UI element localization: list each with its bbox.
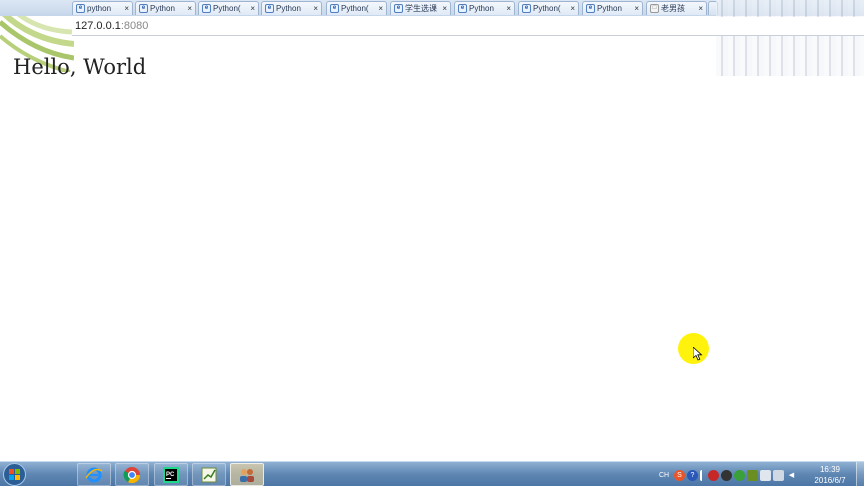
tab-title: Python xyxy=(150,4,175,13)
taskbar: PC CH S ? ◀ 16:39 2016/6/7 xyxy=(0,461,864,486)
tab-close-icon[interactable]: × xyxy=(310,4,318,13)
tab-close-icon[interactable]: × xyxy=(375,4,383,13)
clock-date: 2016/6/7 xyxy=(814,476,846,485)
show-desktop-button[interactable] xyxy=(856,462,864,486)
address-port: :8080 xyxy=(120,20,149,32)
flag-icon[interactable] xyxy=(760,469,771,481)
browser-tab[interactable]: e Python × xyxy=(261,1,322,15)
page-favicon-icon: e xyxy=(330,4,339,13)
taskbar-clock[interactable]: 16:39 2016/6/7 xyxy=(808,464,852,486)
input-language-indicator[interactable]: CH xyxy=(656,470,672,481)
tab-close-icon[interactable]: × xyxy=(631,4,639,13)
svg-text:PC: PC xyxy=(166,472,175,478)
page-favicon-icon: e xyxy=(586,4,595,13)
browser-tab[interactable]: e Python( × xyxy=(518,1,579,15)
system-tray: CH S ? ◀ xyxy=(656,465,797,485)
sogou-input-icon[interactable]: S xyxy=(674,469,685,481)
tab-close-icon[interactable]: × xyxy=(184,4,192,13)
tab-title: 老男孩 xyxy=(661,4,685,13)
tab-close-icon[interactable]: × xyxy=(567,4,575,13)
tab-title: Python( xyxy=(341,4,369,13)
browser-tab[interactable]: e Python( × xyxy=(198,1,259,15)
tab-close-icon[interactable]: × xyxy=(695,4,703,13)
browser-tab[interactable]: e Python( × xyxy=(326,1,387,15)
page-favicon-icon: e xyxy=(265,4,274,13)
tab-title: Python( xyxy=(213,4,241,13)
pycharm-icon[interactable]: PC xyxy=(154,463,188,486)
help-icon[interactable]: ? xyxy=(687,469,698,481)
page-favicon-icon: e xyxy=(394,4,403,13)
page-favicon-icon: e xyxy=(522,4,531,13)
page-favicon-icon: e xyxy=(139,4,148,13)
address-host: 127.0.0.1 xyxy=(75,20,121,32)
pen-tool-icon[interactable] xyxy=(700,469,706,481)
tab-close-icon[interactable]: × xyxy=(247,4,255,13)
green-security-icon[interactable] xyxy=(734,469,745,481)
windows-start-icon[interactable] xyxy=(3,463,26,486)
volume-icon[interactable]: ◀ xyxy=(786,470,797,481)
clock-time: 16:39 xyxy=(819,465,841,474)
network-icon[interactable] xyxy=(773,469,784,481)
tab-close-icon[interactable]: × xyxy=(121,4,129,13)
browser-tab[interactable]: e Python × xyxy=(135,1,196,15)
browser-tab-active[interactable]: □ 老男孩 × xyxy=(646,1,707,15)
mouse-cursor-icon xyxy=(693,347,703,361)
tab-close-icon[interactable]: × xyxy=(439,4,447,13)
browser-tab[interactable]: e Python × xyxy=(582,1,643,15)
tab-title: Python xyxy=(276,4,301,13)
users-app-icon[interactable] xyxy=(230,463,264,486)
browser-tab[interactable]: e 学生选课 × xyxy=(390,1,451,15)
chrome-icon[interactable] xyxy=(115,463,149,486)
chart-app-icon[interactable] xyxy=(192,463,226,486)
blurred-window-controls xyxy=(716,0,864,76)
red-app-icon[interactable] xyxy=(708,469,719,481)
tab-close-icon[interactable]: × xyxy=(503,4,511,13)
address-bar[interactable]: 127.0.0.1 :8080 xyxy=(72,17,864,36)
page-body-text: Hello, World xyxy=(13,55,147,79)
tab-title: Python( xyxy=(533,4,561,13)
browser-tab[interactable]: e Python × xyxy=(454,1,515,15)
tab-title: python xyxy=(87,4,112,13)
qq-penguin-icon[interactable] xyxy=(721,469,732,481)
browser-tab[interactable]: e python × xyxy=(72,1,133,15)
tab-title: Python xyxy=(597,4,622,13)
internet-explorer-icon[interactable] xyxy=(77,463,111,486)
page-favicon-icon: e xyxy=(458,4,467,13)
tab-title: Python xyxy=(469,4,494,13)
tab-title: 学生选课 xyxy=(405,4,437,13)
page-favicon-icon: e xyxy=(76,4,85,13)
shield-icon[interactable] xyxy=(747,469,758,481)
page-favicon-icon: e xyxy=(202,4,211,13)
page-favicon-icon: □ xyxy=(650,4,659,13)
